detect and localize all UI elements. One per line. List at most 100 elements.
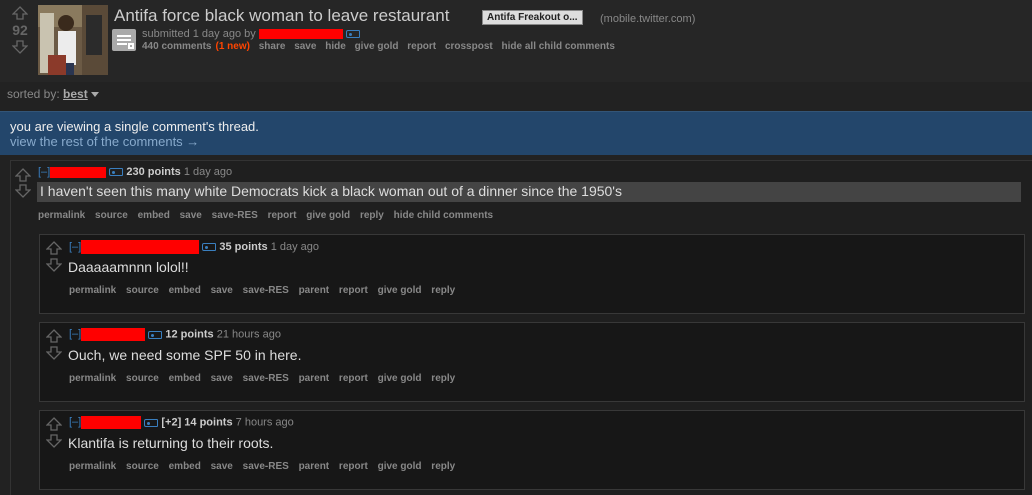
- reply-link[interactable]: reply: [431, 373, 455, 384]
- comment-upvote-icon[interactable]: [15, 168, 31, 182]
- report-link[interactable]: report: [407, 41, 436, 52]
- post-actions: 440 comments (1 new) share save hide give…: [142, 41, 621, 52]
- comment-time: 1 day ago: [270, 240, 320, 253]
- comment-downvote-icon[interactable]: [46, 258, 62, 272]
- comment-upvote-icon[interactable]: [46, 241, 62, 255]
- comment-upvote-icon[interactable]: [46, 417, 62, 431]
- self-post-icon[interactable]: [112, 29, 136, 51]
- save-link[interactable]: save: [211, 373, 233, 384]
- collapse-toggle[interactable]: [–]: [69, 328, 81, 340]
- permalink-link[interactable]: permalink: [38, 210, 85, 221]
- comment-points: 14 points: [184, 416, 233, 429]
- save-res-link[interactable]: save-RES: [243, 285, 289, 296]
- source-link[interactable]: source: [126, 285, 159, 296]
- embed-link[interactable]: embed: [169, 373, 201, 384]
- banner-message: you are viewing a single comment's threa…: [10, 119, 259, 134]
- user-tag-icon[interactable]: [148, 330, 163, 339]
- post-domain[interactable]: (mobile.twitter.com): [600, 13, 695, 25]
- embed-link[interactable]: embed: [169, 285, 201, 296]
- user-tag-icon[interactable]: [109, 168, 124, 177]
- source-link[interactable]: source: [126, 373, 159, 384]
- sort-dropdown[interactable]: best: [63, 87, 88, 101]
- collapse-toggle[interactable]: [–]: [69, 241, 81, 253]
- comment-meta: [–] 230 points 1 day ago: [38, 166, 232, 178]
- comment-downvote-icon[interactable]: [46, 346, 62, 360]
- embed-link[interactable]: embed: [169, 461, 201, 472]
- save-res-link[interactable]: save-RES: [243, 461, 289, 472]
- vote-delta: [+2]: [161, 416, 182, 429]
- share-link[interactable]: share: [259, 41, 286, 52]
- save-link[interactable]: save: [211, 461, 233, 472]
- source-link[interactable]: source: [95, 210, 128, 221]
- post-downvote-icon[interactable]: [12, 40, 28, 54]
- embed-link[interactable]: embed: [138, 210, 170, 221]
- give-gold-link[interactable]: give gold: [378, 461, 422, 472]
- post-score: 92: [12, 22, 28, 38]
- redacted-author[interactable]: [258, 29, 343, 40]
- save-res-link[interactable]: save-RES: [212, 210, 258, 221]
- comment-body: Ouch, we need some SPF 50 in here.: [68, 347, 302, 363]
- collapse-toggle[interactable]: [–]: [69, 416, 81, 428]
- chevron-down-icon[interactable]: [90, 92, 99, 98]
- comment-time: 1 day ago: [183, 166, 233, 178]
- comment-meta: [–] [+2] 14 points 7 hours ago: [69, 416, 294, 429]
- redacted-author[interactable]: [81, 240, 200, 254]
- save-link[interactable]: save: [180, 210, 202, 221]
- comment-points: 12 points: [165, 328, 214, 341]
- view-rest-link[interactable]: view the rest of the comments →: [10, 134, 199, 149]
- report-link[interactable]: report: [339, 461, 368, 472]
- post-title[interactable]: Antifa force black woman to leave restau…: [114, 6, 449, 26]
- user-tag-icon[interactable]: [345, 30, 360, 39]
- give-gold-link[interactable]: give gold: [378, 373, 422, 384]
- comment-upvote-icon[interactable]: [46, 329, 62, 343]
- permalink-link[interactable]: permalink: [69, 461, 116, 472]
- redacted-author[interactable]: [81, 416, 142, 429]
- save-link[interactable]: save: [211, 285, 233, 296]
- hide-link[interactable]: hide: [325, 41, 346, 52]
- crosspost-link[interactable]: crosspost: [445, 41, 493, 52]
- give-gold-link[interactable]: give gold: [378, 285, 422, 296]
- user-tag-icon[interactable]: [144, 418, 159, 427]
- submitted-line: submitted 1 day ago by: [142, 28, 360, 40]
- parent-link[interactable]: parent: [299, 285, 330, 296]
- collapse-toggle[interactable]: [–]: [38, 166, 50, 178]
- reply-link[interactable]: reply: [431, 285, 455, 296]
- save-res-link[interactable]: save-RES: [243, 373, 289, 384]
- comment-time: 21 hours ago: [216, 328, 281, 341]
- comment-downvote-icon[interactable]: [46, 434, 62, 448]
- comment-actions: permalink source embed save save-RES par…: [69, 285, 462, 296]
- hide-all-child-link[interactable]: hide all child comments: [502, 41, 615, 52]
- comment-time: 7 hours ago: [235, 416, 294, 429]
- comment-body: Daaaaamnnn lolol!!: [68, 259, 189, 275]
- comment-body: I haven't seen this many white Democrats…: [37, 182, 1021, 202]
- post-thumbnail[interactable]: [38, 5, 108, 75]
- comment-downvote-icon[interactable]: [15, 184, 31, 198]
- permalink-link[interactable]: permalink: [69, 373, 116, 384]
- reply-link[interactable]: reply: [360, 210, 384, 221]
- report-link[interactable]: report: [339, 373, 368, 384]
- comment-body: Klantifa is returning to their roots.: [68, 435, 274, 451]
- report-link[interactable]: report: [268, 210, 297, 221]
- comment-actions: permalink source embed save save-RES rep…: [38, 210, 500, 221]
- report-link[interactable]: report: [339, 285, 368, 296]
- comments-link[interactable]: 440 comments: [142, 41, 211, 52]
- reply-link[interactable]: reply: [431, 461, 455, 472]
- give-gold-link[interactable]: give gold: [355, 41, 399, 52]
- sort-control: sorted by: best: [7, 87, 99, 101]
- save-link[interactable]: save: [294, 41, 316, 52]
- post-upvote-icon[interactable]: [12, 6, 28, 20]
- sort-label: sorted by:: [7, 87, 60, 101]
- parent-link[interactable]: parent: [299, 373, 330, 384]
- hide-child-comments-link[interactable]: hide child comments: [394, 210, 493, 221]
- permalink-link[interactable]: permalink: [69, 285, 116, 296]
- redacted-author[interactable]: [81, 328, 146, 341]
- parent-link[interactable]: parent: [299, 461, 330, 472]
- comment-meta: [–] 12 points 21 hours ago: [69, 328, 281, 341]
- new-comments-badge[interactable]: (1 new): [215, 41, 249, 52]
- user-tag-icon[interactable]: [202, 243, 217, 251]
- source-link[interactable]: source: [126, 461, 159, 472]
- give-gold-link[interactable]: give gold: [306, 210, 350, 221]
- comment-points: 230 points: [126, 166, 181, 178]
- redacted-author[interactable]: [50, 166, 107, 178]
- link-flair[interactable]: Antifa Freakout o...: [482, 10, 583, 25]
